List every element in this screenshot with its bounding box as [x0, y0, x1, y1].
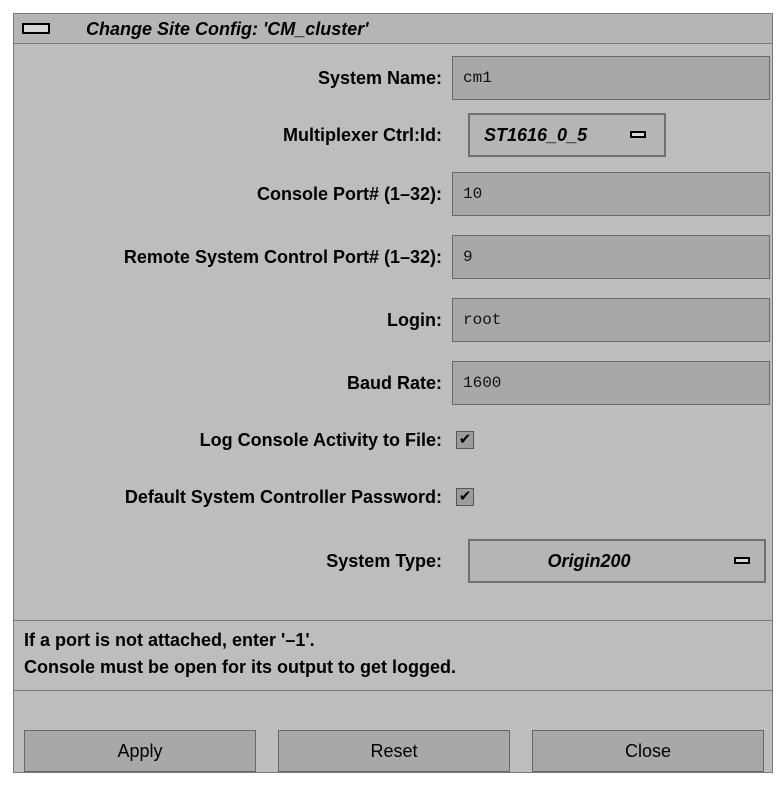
- title-bar: Change Site Config: 'CM_cluster': [14, 14, 772, 44]
- default-password-checkbox[interactable]: ✔: [456, 488, 474, 506]
- console-port-field[interactable]: 10: [452, 172, 770, 216]
- console-port-label: Console Port# (1–32):: [256, 184, 442, 204]
- info-message-line-2: Console must be open for its output to g…: [24, 657, 456, 677]
- checkmark-icon: ✔: [458, 431, 472, 448]
- system-name-label: System Name:: [317, 68, 442, 88]
- log-console-label: Log Console Activity to File:: [199, 430, 442, 450]
- multiplexer-value: ST1616_0_5: [484, 125, 588, 145]
- system-type-value: Origin200: [547, 551, 631, 571]
- row-log-console: Log Console Activity to File: ✔: [14, 418, 772, 462]
- change-site-config-dialog: Change Site Config: 'CM_cluster' System …: [13, 13, 773, 773]
- multiplexer-option-button[interactable]: ST1616_0_5: [468, 113, 666, 157]
- apply-button[interactable]: Apply: [24, 730, 256, 772]
- system-type-label: System Type:: [326, 551, 442, 571]
- login-label: Login:: [387, 310, 442, 330]
- system-type-option-button[interactable]: Origin200: [468, 539, 766, 583]
- close-button[interactable]: Close: [532, 730, 764, 772]
- remote-port-label: Remote System Control Port# (1–32):: [123, 247, 442, 267]
- remote-port-field[interactable]: 9: [452, 235, 770, 279]
- system-name-field[interactable]: cm1: [452, 56, 770, 100]
- divider: [14, 620, 772, 621]
- baud-rate-label: Baud Rate:: [346, 373, 442, 393]
- row-console-port: Console Port# (1–32): 10: [14, 172, 772, 216]
- row-system-name: System Name: cm1: [14, 56, 772, 100]
- baud-rate-field[interactable]: 1600: [452, 361, 770, 405]
- row-login: Login: root: [14, 298, 772, 342]
- login-field[interactable]: root: [452, 298, 770, 342]
- checkmark-icon: ✔: [458, 488, 472, 505]
- info-message-line-1: If a port is not attached, enter '–1'.: [24, 630, 315, 650]
- row-baud-rate: Baud Rate: 1600: [14, 361, 772, 405]
- window-title: Change Site Config: 'CM_cluster': [86, 19, 369, 39]
- row-default-password: Default System Controller Password: ✔: [14, 475, 772, 519]
- row-system-type: System Type: Origin200: [14, 539, 772, 583]
- row-multiplexer: Multiplexer Ctrl:Id: ST1616_0_5: [14, 113, 772, 157]
- default-password-label: Default System Controller Password:: [124, 487, 442, 507]
- multiplexer-label: Multiplexer Ctrl:Id:: [282, 125, 442, 145]
- row-remote-port: Remote System Control Port# (1–32): 9: [14, 235, 772, 279]
- divider: [14, 690, 772, 691]
- option-menu-indicator-icon: [734, 557, 750, 564]
- window-menu-icon[interactable]: [22, 23, 50, 34]
- log-console-checkbox[interactable]: ✔: [456, 431, 474, 449]
- reset-button[interactable]: Reset: [278, 730, 510, 772]
- option-menu-indicator-icon: [630, 131, 646, 138]
